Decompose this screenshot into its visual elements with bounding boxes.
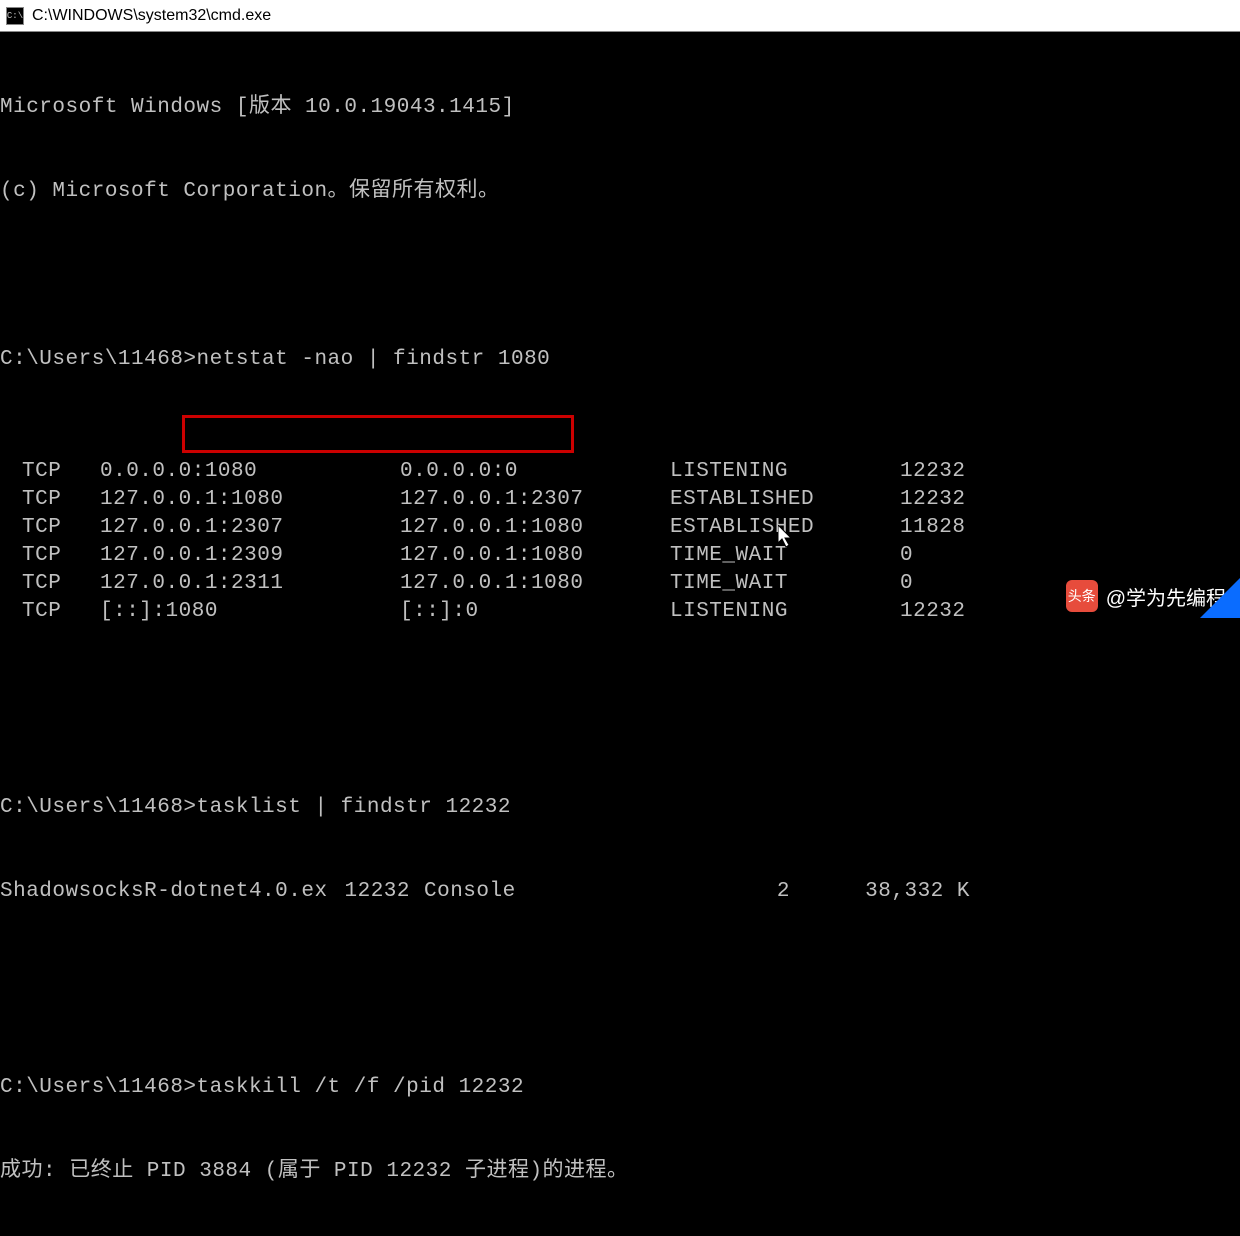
window-titlebar: C:\ C:\WINDOWS\system32\cmd.exe [0, 0, 1240, 32]
netstat-row: TCP[::]:1080[::]:0LISTENING12232 [0, 598, 1240, 626]
watermark-icon: 头条 [1066, 580, 1098, 612]
cmd-icon: C:\ [6, 7, 24, 25]
netstat-row: TCP127.0.0.1:2309127.0.0.1:1080TIME_WAIT… [0, 542, 1240, 570]
tasklist-row: ShadowsocksR-dotnet4.0.ex 12232 Console … [0, 878, 1240, 906]
output-line: 成功: 已终止 PID 3884 (属于 PID 12232 子进程)的进程。 [0, 1158, 1240, 1186]
header-line: (c) Microsoft Corporation。保留所有权利。 [0, 178, 1240, 206]
window-title: C:\WINDOWS\system32\cmd.exe [32, 7, 271, 25]
corner-decoration [1200, 578, 1240, 618]
command-line: C:\Users\11468>netstat -nao | findstr 10… [0, 346, 1240, 374]
terminal-output[interactable]: Microsoft Windows [版本 10.0.19043.1415] (… [0, 32, 1240, 1236]
command-line: C:\Users\11468>taskkill /t /f /pid 12232 [0, 1074, 1240, 1102]
netstat-row: TCP127.0.0.1:2307127.0.0.1:1080ESTABLISH… [0, 514, 1240, 542]
netstat-row: TCP0.0.0.0:10800.0.0.0:0LISTENING12232 [0, 458, 1240, 486]
header-line: Microsoft Windows [版本 10.0.19043.1415] [0, 94, 1240, 122]
netstat-row: TCP127.0.0.1:1080127.0.0.1:2307ESTABLISH… [0, 486, 1240, 514]
netstat-row: TCP127.0.0.1:2311127.0.0.1:1080TIME_WAIT… [0, 570, 1240, 598]
command-line: C:\Users\11468>tasklist | findstr 12232 [0, 794, 1240, 822]
